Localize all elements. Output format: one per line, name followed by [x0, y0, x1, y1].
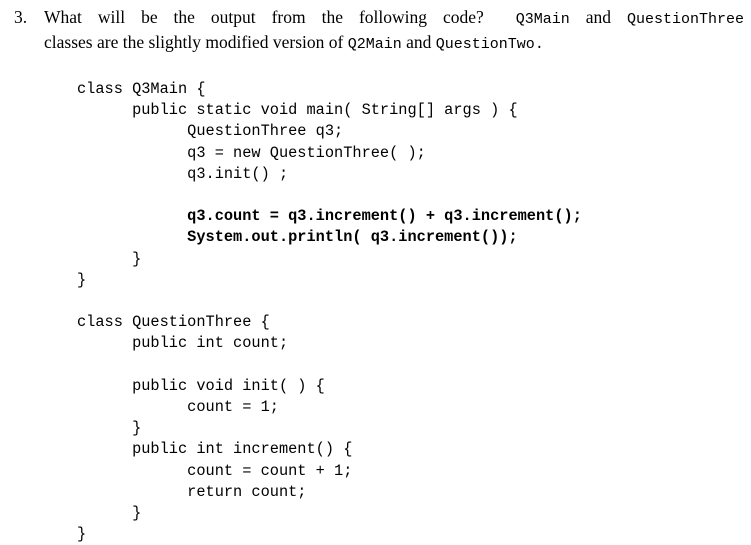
- question-line1-prose-2: and: [585, 7, 612, 27]
- code-line: q3 = new QuestionThree( );: [77, 143, 426, 162]
- question-line1-code-questionthree: QuestionThree: [627, 11, 745, 28]
- code-line: class QuestionThree {: [77, 313, 270, 332]
- code-line: q3.count = q3.increment() + q3.increment…: [77, 207, 582, 226]
- question-text: What will be the output from the followi…: [44, 6, 744, 56]
- question-number: 3.: [14, 7, 28, 27]
- question-line1-code-q3main: Q3Main: [515, 11, 570, 28]
- code-line: public static void main( String[] args )…: [77, 101, 518, 120]
- code-line: count = 1;: [77, 398, 279, 416]
- question-line2-prose-1: classes are the slightly modified versio…: [44, 32, 344, 52]
- code-line: }: [77, 525, 87, 544]
- question-line-2: classes are the slightly modified versio…: [44, 31, 744, 56]
- code-line: }: [77, 270, 87, 289]
- code-line: System.out.println( q3.increment());: [77, 228, 518, 247]
- code-line: public int increment() {: [77, 440, 353, 459]
- code-line: public int count;: [77, 334, 289, 353]
- question-line1-prose-1: What will be the output from the followi…: [44, 7, 484, 27]
- page-root: 3. What will be the output from the foll…: [0, 0, 751, 543]
- code-line: class Q3Main {: [77, 80, 206, 98]
- question-line2-prose-2: and: [406, 32, 432, 52]
- question-line2-code-q2main: Q2Main: [347, 36, 402, 53]
- code-listing: class Q3Main { public static void main( …: [77, 79, 582, 545]
- code-line: q3.init() ;: [77, 164, 289, 183]
- code-line: QuestionThree q3;: [77, 122, 344, 141]
- code-line: }: [77, 249, 142, 268]
- code-line: return count;: [77, 482, 307, 501]
- question-line-1: What will be the output from the followi…: [44, 6, 744, 31]
- question-line2-code-questiontwo: QuestionTwo.: [435, 36, 544, 53]
- code-line: count = count + 1;: [77, 461, 353, 480]
- code-line: public void init( ) {: [77, 376, 325, 395]
- question-block: 3. What will be the output from the foll…: [14, 6, 744, 56]
- code-line: }: [77, 504, 142, 523]
- code-line: }: [77, 419, 142, 438]
